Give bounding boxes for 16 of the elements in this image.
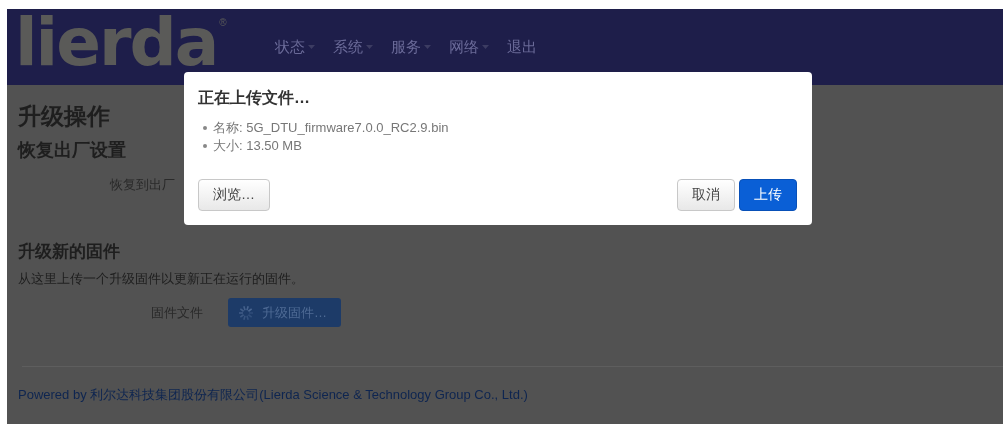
cancel-button[interactable]: 取消 [677, 179, 735, 211]
nav-menu-item[interactable]: 服务 [390, 37, 431, 57]
dialog-title: 正在上传文件… [198, 88, 311, 108]
upload-button[interactable]: 上传 [739, 179, 797, 211]
bullet-icon [203, 126, 207, 130]
file-detail: 大小: 13.50 MB [213, 137, 302, 155]
file-detail: 名称: 5G_DTU_firmware7.0.0_RC2.9.bin [213, 119, 449, 137]
nav-menu-item[interactable]: 退出 [506, 37, 537, 57]
logo: lierda [15, 10, 218, 76]
bullet-icon [203, 144, 207, 148]
nav-menu-item[interactable]: 网络 [448, 37, 489, 57]
nav-menu-item[interactable]: 系统 [332, 37, 373, 57]
nav-menu-item[interactable]: 状态 [274, 37, 315, 57]
registered-mark: ® [219, 17, 227, 28]
browse-button[interactable]: 浏览… [198, 179, 270, 211]
footer-link[interactable]: Powered by 利尔达科技集团股份有限公司(Lierda Science & Technology Group Co., Ltd.) [18, 386, 528, 404]
